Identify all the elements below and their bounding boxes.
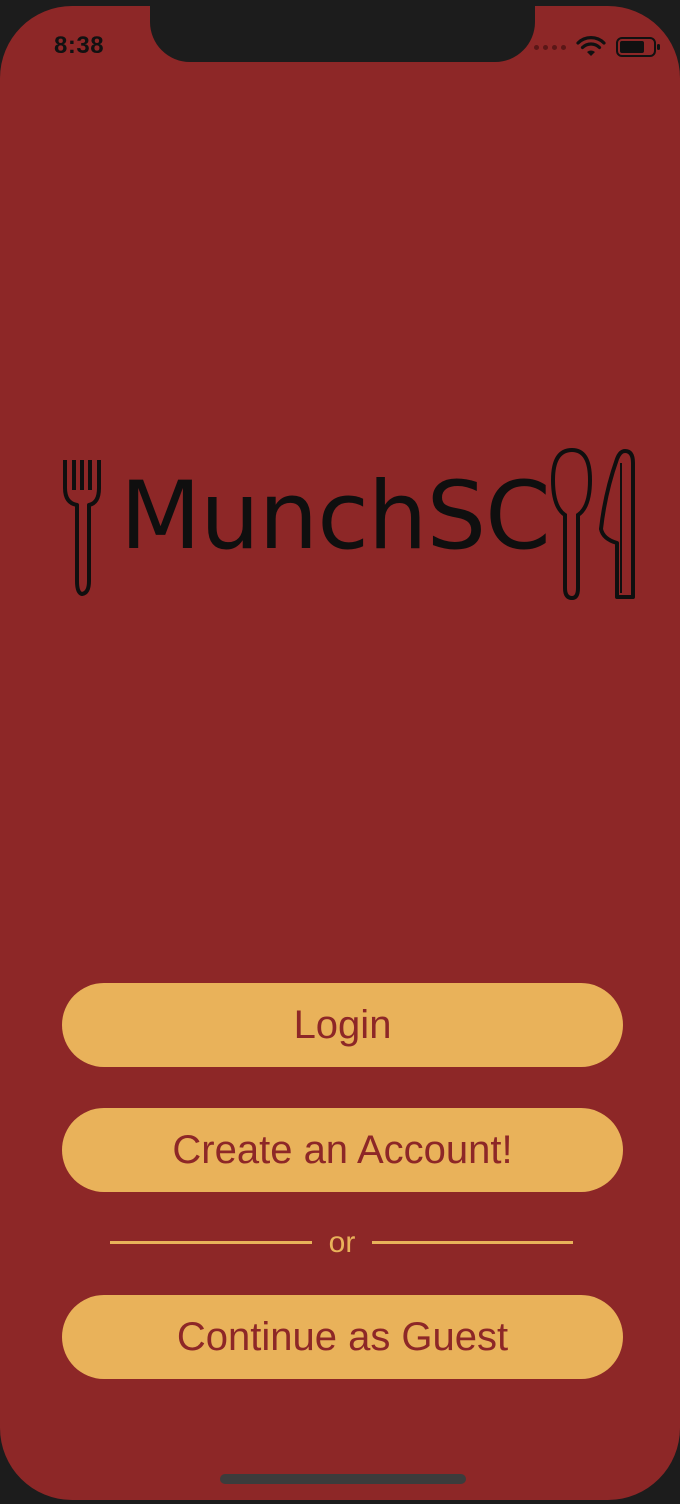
device-notch xyxy=(150,6,535,62)
wifi-icon xyxy=(576,36,606,56)
knife-icon xyxy=(599,449,635,599)
login-button[interactable]: Login xyxy=(62,983,623,1067)
app-screen: 8:38 MunchSC Login Create an Account! or… xyxy=(0,6,680,1500)
status-time: 8:38 xyxy=(54,32,105,59)
divider-line-left xyxy=(110,1241,312,1244)
or-divider: or xyxy=(110,1226,573,1259)
battery-icon xyxy=(616,37,660,57)
app-logo-text: MunchSC xyxy=(120,462,551,571)
divider-line-right xyxy=(372,1241,573,1244)
continue-as-guest-button[interactable]: Continue as Guest xyxy=(62,1295,623,1379)
device-frame: 8:38 MunchSC Login Create an Account! or… xyxy=(0,0,680,1504)
create-account-button[interactable]: Create an Account! xyxy=(62,1108,623,1192)
divider-text: or xyxy=(328,1226,356,1259)
home-indicator[interactable] xyxy=(220,1474,466,1484)
status-icons xyxy=(534,36,662,58)
cellular-signal-icon xyxy=(534,44,566,50)
spoon-icon xyxy=(550,447,593,601)
fork-icon xyxy=(63,460,101,596)
